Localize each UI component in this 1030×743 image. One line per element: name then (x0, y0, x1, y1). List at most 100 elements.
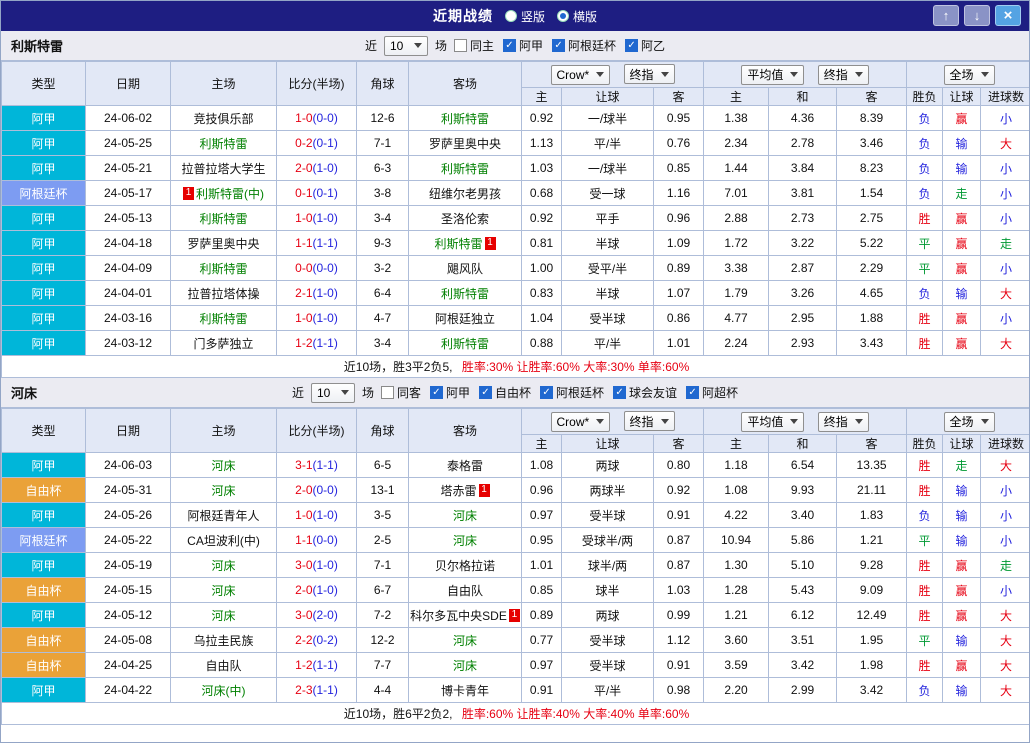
odds-away: 0.92 (652, 477, 705, 503)
red-card-badge: 1 (484, 236, 496, 250)
scroll-up-button[interactable]: ↑ (933, 5, 959, 26)
team-link[interactable]: 利斯特雷 (199, 135, 247, 152)
corners-cell: 2-5 (356, 527, 409, 553)
bookmaker-select[interactable]: Crow* (550, 64, 611, 85)
team-link[interactable]: 乌拉圭民族 (193, 632, 253, 649)
team-link[interactable]: 科尔多瓦中央SDE (410, 607, 507, 624)
filter-checkbox-阿甲[interactable]: ✓ 阿甲 (503, 37, 543, 54)
filter-checkbox-同客[interactable]: 同客 (380, 384, 421, 401)
team-link[interactable]: 阿根廷独立 (435, 310, 495, 327)
team-link[interactable]: 泰格雷 (447, 457, 483, 474)
avg-stage-select[interactable]: 终指 (817, 411, 869, 432)
team-link[interactable]: 纽维尔老男孩 (429, 185, 501, 202)
team-link[interactable]: 河床(中) (202, 682, 246, 699)
team-link[interactable]: 圣洛伦索 (441, 210, 489, 227)
half-time-score: (1-0) (312, 211, 338, 225)
team-link[interactable]: 竞技俱乐部 (193, 110, 253, 127)
team-link[interactable]: 河床 (211, 557, 235, 574)
checkbox-checked-icon[interactable]: ✓ (625, 39, 639, 52)
odds-away: 0.98 (652, 677, 705, 703)
score-cell: 2-3(1-1) (276, 677, 357, 703)
corners-cell: 3-5 (356, 502, 409, 528)
team-link[interactable]: 河床 (211, 482, 235, 499)
checkbox-checked-icon[interactable]: ✓ (552, 39, 566, 52)
filter-checkbox-阿乙[interactable]: ✓ 阿乙 (625, 37, 665, 54)
match-row: 阿甲 24-04-22 河床(中) 2-3(1-1) 4-4 博卡青年 0.91 平/半 0.9… (1, 677, 1029, 703)
checkbox-checked-icon[interactable]: ✓ (429, 386, 443, 399)
team-link[interactable]: 河床 (453, 507, 477, 524)
team-link[interactable]: 河床 (453, 657, 477, 674)
team-link[interactable]: 罗萨里奥中央 (187, 235, 259, 252)
filter-checkbox-阿超杯[interactable]: ✓ 阿超杯 (686, 384, 738, 401)
team-link[interactable]: 利斯特雷 (434, 235, 482, 252)
team-name-wrap: 1 利斯特雷(中) (183, 185, 264, 202)
odds-stage-select[interactable]: 终指 (623, 411, 675, 432)
scope-select[interactable]: 全场 (943, 411, 995, 432)
odds-stage-select[interactable]: 终指 (623, 64, 675, 85)
checkbox-checked-icon[interactable]: ✓ (686, 386, 700, 399)
team-link[interactable]: 塔赤雷 (440, 482, 476, 499)
team-link[interactable]: 阿根廷青年人 (187, 507, 259, 524)
checkbox-checked-icon[interactable]: ✓ (503, 39, 516, 52)
league-badge: 阿甲 (1, 502, 86, 528)
radio-icon[interactable] (504, 10, 517, 22)
page-title: 近期战绩 (432, 8, 493, 24)
team-link[interactable]: 飓风队 (447, 260, 483, 277)
checkbox-checked-icon[interactable]: ✓ (540, 386, 554, 399)
filter-checkbox-同主[interactable]: 同主 (453, 37, 494, 54)
filter-checkbox-自由杯[interactable]: ✓ 自由杯 (479, 384, 531, 401)
checkbox-checked-icon[interactable]: ✓ (613, 386, 627, 399)
team-link[interactable]: 博卡青年 (441, 682, 489, 699)
team-name-wrap: CA坦波利(中) (187, 532, 260, 549)
checkbox-unchecked-icon[interactable] (453, 39, 467, 52)
scope-select[interactable]: 全场 (943, 64, 995, 85)
filter-checkbox-阿根廷杯[interactable]: ✓ 阿根廷杯 (552, 37, 616, 54)
team-link[interactable]: 贝尔格拉诺 (435, 557, 495, 574)
recent-count-select[interactable]: 10 (383, 35, 428, 56)
team-link[interactable]: 拉普拉塔大学生 (181, 160, 265, 177)
average-select[interactable]: 平均值 (741, 64, 805, 85)
radio-icon[interactable] (557, 10, 569, 22)
radio-horizontal-layout[interactable]: 横版 (557, 8, 597, 25)
checkbox-checked-icon[interactable]: ✓ (479, 386, 492, 399)
checkbox-label: 阿甲 (519, 39, 544, 53)
col-date: 日期 (85, 61, 171, 106)
team-link[interactable]: 利斯特雷 (199, 310, 247, 327)
bookmaker-value: Crow* (556, 414, 590, 429)
team-name-wrap: 拉普拉塔体操 (187, 285, 259, 302)
close-button[interactable]: × (995, 5, 1021, 26)
average-select[interactable]: 平均值 (741, 411, 805, 432)
team-link[interactable]: 利斯特雷 (441, 110, 489, 127)
team-link[interactable]: 自由队 (205, 657, 241, 674)
team-link[interactable]: 罗萨里奥中央 (429, 135, 501, 152)
result-handicap: 赢 (942, 105, 982, 131)
filter-checkbox-阿甲[interactable]: ✓ 阿甲 (429, 384, 470, 401)
away-team-cell: 塔赤雷 1 (408, 477, 522, 503)
team-link[interactable]: 河床 (211, 582, 235, 599)
radio-vertical-layout[interactable]: 竖版 (504, 8, 545, 25)
bookmaker-select[interactable]: Crow* (550, 411, 611, 432)
team-link[interactable]: 河床 (211, 457, 235, 474)
recent-count-select[interactable]: 10 (310, 382, 355, 403)
odds-home: 1.00 (521, 255, 562, 281)
team-link[interactable]: 河床 (453, 532, 477, 549)
team-link[interactable]: 河床 (453, 632, 477, 649)
checkbox-unchecked-icon[interactable] (380, 386, 394, 399)
filter-checkbox-阿根廷杯[interactable]: ✓ 阿根廷杯 (540, 384, 604, 401)
team-link[interactable]: 河床 (211, 607, 235, 624)
team-link[interactable]: CA坦波利(中) (187, 532, 260, 549)
team-link[interactable]: 自由队 (447, 582, 483, 599)
scroll-down-button[interactable]: ↓ (964, 5, 990, 26)
team-link[interactable]: 利斯特雷 (199, 260, 247, 277)
team-link[interactable]: 利斯特雷(中) (196, 185, 264, 202)
team-link[interactable]: 利斯特雷 (199, 210, 247, 227)
half-time-score: (0-0) (312, 111, 338, 125)
team-link[interactable]: 利斯特雷 (441, 285, 489, 302)
team-link[interactable]: 利斯特雷 (441, 335, 489, 352)
team-link[interactable]: 拉普拉塔体操 (187, 285, 259, 302)
avg-stage-select[interactable]: 终指 (817, 64, 869, 85)
filter-checkbox-球会友谊[interactable]: ✓ 球会友谊 (613, 384, 677, 401)
team-link[interactable]: 门多萨独立 (193, 335, 253, 352)
league-badge: 阿甲 (1, 330, 86, 356)
team-link[interactable]: 利斯特雷 (441, 160, 489, 177)
